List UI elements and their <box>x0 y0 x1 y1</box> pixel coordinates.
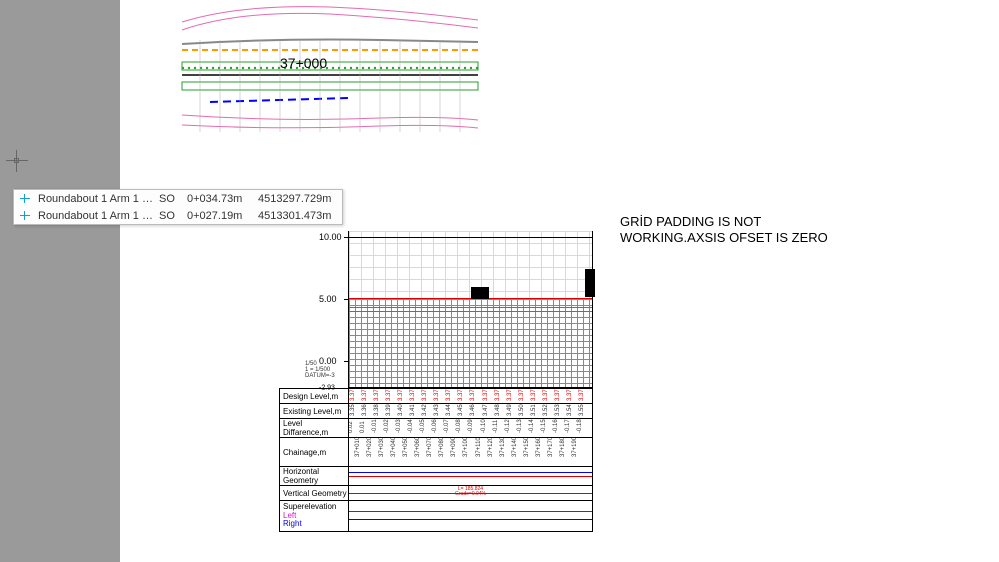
user-annotation-text: GRİD PADDING IS NOT WORKING.AXSIS OFSET … <box>620 214 828 247</box>
band-value: 3.40 <box>398 406 410 416</box>
drawing-canvas[interactable]: 37+000 1/50 1 = 1/500 DATUM=-3 10.00 5.0… <box>120 0 999 562</box>
band-chainage: Chainage,m 37+000.00037+010.00037+020.00… <box>280 438 592 467</box>
band-value: 3.42 <box>422 406 434 416</box>
band-value: 3.37 <box>374 391 386 401</box>
band-horizontal-geometry: Horizontal Geometry <box>280 467 592 486</box>
band-value: 3.43 <box>434 406 446 416</box>
band-value: 3.37 <box>410 391 422 401</box>
band-value: 3.35 <box>350 406 362 416</box>
y-tick-label: 5.00 <box>319 294 337 304</box>
profile-view: 1/50 1 = 1/500 DATUM=-3 10.00 5.00 0.00 … <box>279 225 593 555</box>
band-value: 3.37 <box>470 391 482 401</box>
y-tick-label: 0.00 <box>319 356 337 366</box>
ucs-crosshair-icon <box>6 150 28 172</box>
band-value: 3.37 <box>446 391 458 401</box>
plan-svg <box>180 0 480 140</box>
band-value: 3.37 <box>386 391 398 401</box>
station-marker-label: 37+000 <box>280 55 327 71</box>
band-value: 3.39 <box>386 406 398 416</box>
band-value: 3.48 <box>495 406 507 416</box>
y-tick-label: 10.00 <box>319 232 342 242</box>
band-value: 3.37 <box>543 391 555 401</box>
band-value: -0.18 <box>577 423 592 433</box>
profile-band-table: Design Level,m 3.373.373.373.373.373.373… <box>279 388 593 532</box>
band-value: 3.54 <box>567 406 579 416</box>
band-value: 37+190.000 <box>572 447 592 457</box>
band-value: 3.37 <box>434 391 446 401</box>
band-superelevation: Superelevation Left Right <box>280 501 592 531</box>
selection-tooltip[interactable]: Roundabout 1 Arm 1 -... SO 0+034.73m 451… <box>13 189 343 225</box>
band-value: 3.47 <box>483 406 495 416</box>
tooltip-row[interactable]: Roundabout 1 Arm 1 -... SO 0+027.19m 451… <box>14 207 342 224</box>
band-value: 3.50 <box>519 406 531 416</box>
band-value: 3.45 <box>458 406 470 416</box>
band-value: 3.46 <box>470 406 482 416</box>
band-value: 3.37 <box>495 391 507 401</box>
band-value: 3.37 <box>362 391 374 401</box>
band-value: 3.51 <box>531 406 543 416</box>
alignment-icon <box>18 194 32 204</box>
app-left-gutter <box>0 0 120 562</box>
band-design-level: Design Level,m 3.373.373.373.373.373.373… <box>280 389 592 404</box>
band-existing-level: Existing Level,m 3.353.363.383.393.403.4… <box>280 404 592 419</box>
band-value: 3.37 <box>483 391 495 401</box>
tooltip-row[interactable]: Roundabout 1 Arm 1 -... SO 0+034.73m 451… <box>14 190 342 207</box>
band-value: 3.37 <box>519 391 531 401</box>
band-value: 3.37 <box>567 391 579 401</box>
band-value: 3.37 <box>422 391 434 401</box>
profile-green-line <box>349 307 592 308</box>
alignment-icon <box>18 211 32 221</box>
profile-structure <box>471 287 489 299</box>
band-value: 3.55 <box>579 406 591 416</box>
band-level-diff: Level Diffarence,m 0.020.01-0.01-0.02-0.… <box>280 419 592 438</box>
band-value: 3.37 <box>555 391 567 401</box>
band-value: 3.37 <box>350 391 362 401</box>
band-value: 3.41 <box>410 406 422 416</box>
band-vertical-geometry: Vertical Geometry L= 185.824Grade=0.04% <box>280 486 592 501</box>
band-value: 3.37 <box>398 391 410 401</box>
profile-grid <box>348 231 593 388</box>
plan-view-drawing: 37+000 <box>180 0 480 140</box>
band-value: 3.37 <box>579 391 591 401</box>
band-value: 3.49 <box>507 406 519 416</box>
band-value: 3.37 <box>458 391 470 401</box>
band-value: 3.52 <box>543 406 555 416</box>
profile-structure <box>585 269 595 297</box>
band-value: 3.36 <box>362 406 374 416</box>
band-value: 3.37 <box>507 391 519 401</box>
band-value: 3.53 <box>555 406 567 416</box>
super-right-label: Right <box>283 520 302 529</box>
band-value: 3.38 <box>374 406 386 416</box>
band-value: 3.44 <box>446 406 458 416</box>
band-value: 3.37 <box>531 391 543 401</box>
